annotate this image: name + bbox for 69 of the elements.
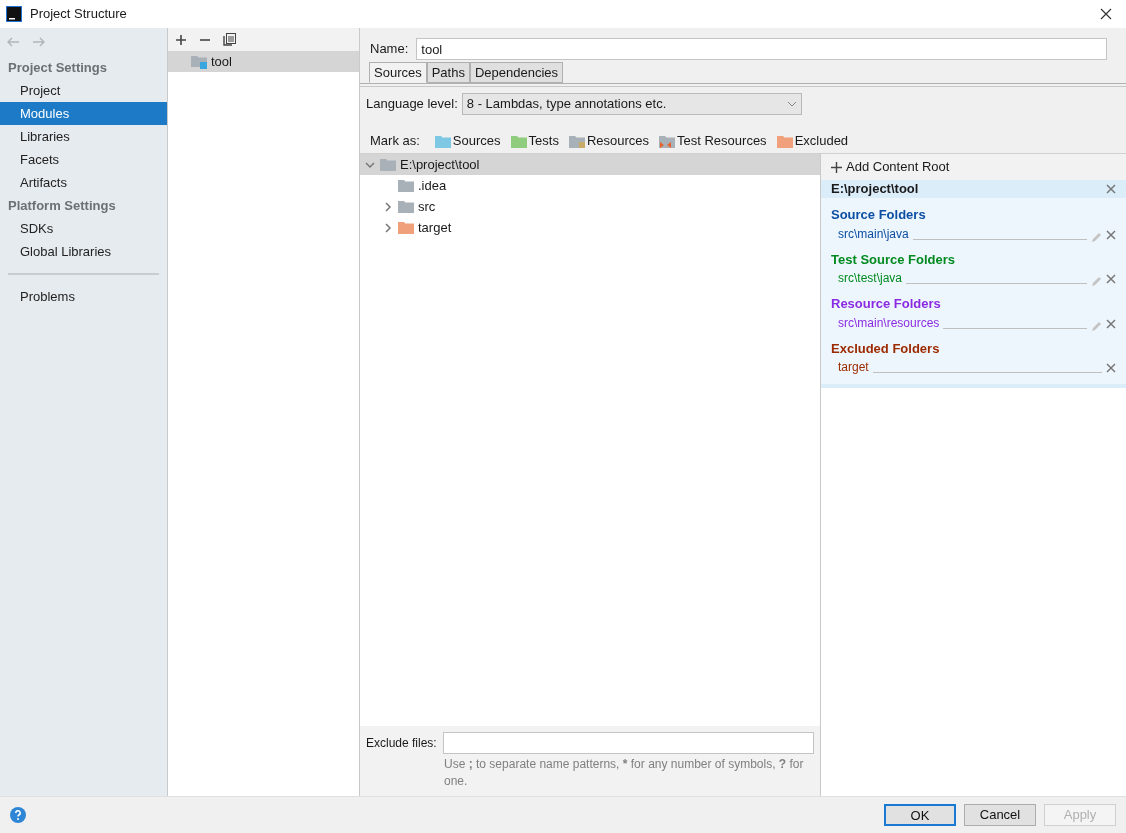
- sidebar-item[interactable]: Libraries: [0, 125, 167, 148]
- tree-label: target: [418, 218, 452, 237]
- folder-group-title: Resource Folders: [831, 295, 942, 313]
- copy-icon[interactable]: [223, 33, 236, 46]
- language-level-dropdown[interactable]: 8 - Lambdas, type annotations etc.: [461, 93, 802, 115]
- dropdown-chevron-icon: [786, 101, 797, 107]
- tab[interactable]: Sources: [369, 62, 427, 83]
- folder-path: src\main\resources: [838, 314, 940, 332]
- tab[interactable]: Dependencies: [469, 62, 564, 83]
- language-level-label: Language level:: [366, 95, 458, 114]
- collapsed-chevron-icon[interactable]: [383, 222, 393, 233]
- exclude-files-label: Exclude files:: [366, 735, 437, 752]
- sidebar-item[interactable]: Project: [0, 79, 167, 102]
- sidebar-section-title: Platform Settings: [7, 196, 117, 215]
- add-icon[interactable]: [175, 33, 187, 46]
- sidebar-item[interactable]: Problems: [0, 285, 167, 308]
- app-logo-icon: [6, 6, 22, 22]
- expanded-chevron-icon[interactable]: [365, 159, 375, 170]
- collapsed-chevron-icon[interactable]: [383, 201, 393, 212]
- name-field[interactable]: tool: [416, 38, 1107, 60]
- add-icon: [831, 161, 842, 173]
- module-folder-icon: [191, 54, 207, 69]
- exclude-files-field[interactable]: [442, 732, 814, 754]
- name-label: Name:: [370, 40, 409, 59]
- sidebar-item[interactable]: SDKs: [0, 217, 167, 240]
- sidebar-item[interactable]: Facets: [0, 148, 167, 171]
- sidebar-section-title: Project Settings: [7, 58, 108, 77]
- folder-icon: [659, 134, 676, 148]
- mark-as-button[interactable]: Sources: [434, 131, 501, 151]
- folder-group-title: Test Source Folders: [831, 250, 956, 269]
- folder-icon: [398, 200, 414, 213]
- tree-row[interactable]: E:\project\tool: [360, 154, 820, 175]
- sidebar-item[interactable]: Modules: [0, 102, 167, 125]
- folder-icon: [398, 179, 414, 192]
- folder-icon: [380, 158, 396, 171]
- dialog-button[interactable]: Cancel: [964, 804, 1036, 826]
- help-icon[interactable]: [10, 807, 26, 823]
- folder-icon: [568, 134, 585, 148]
- sidebar-item[interactable]: Global Libraries: [0, 240, 167, 263]
- mark-as-label: Mark as:: [370, 132, 420, 151]
- tree-label: .idea: [418, 176, 447, 195]
- tree-row[interactable]: target: [360, 217, 820, 238]
- folder-path: target: [838, 359, 869, 376]
- mark-as-button[interactable]: Tests: [510, 131, 559, 151]
- tab[interactable]: Paths: [426, 62, 470, 83]
- mark-as-button[interactable]: Test Resources: [659, 131, 767, 151]
- dialog-button[interactable]: OK: [884, 804, 956, 826]
- tree-label: E:\project\tool: [400, 155, 480, 174]
- folder-group-title: Excluded Folders: [831, 339, 941, 358]
- window-title: Project Structure: [30, 5, 128, 24]
- folder-path: src\test\java: [838, 270, 903, 287]
- tree-row[interactable]: .idea: [360, 175, 820, 196]
- folder-icon: [398, 221, 414, 234]
- module-item[interactable]: tool: [168, 51, 359, 72]
- folder-icon: [434, 134, 451, 148]
- folder-path: src\main\java: [838, 225, 909, 243]
- tree-row[interactable]: src: [360, 196, 820, 217]
- mark-as-button[interactable]: Excluded: [776, 131, 849, 151]
- exclude-files-hint: Use ; to separate name patterns, * for any number of symbols, ? for one.: [444, 756, 805, 790]
- sidebar-item[interactable]: Artifacts: [0, 171, 167, 194]
- folder-icon: [510, 134, 527, 148]
- content-root-path: E:\project\tool: [831, 180, 919, 199]
- mark-as-button[interactable]: Resources: [568, 131, 650, 151]
- close-icon[interactable]: [1100, 8, 1112, 20]
- tree-label: src: [418, 197, 436, 216]
- add-content-root-button[interactable]: Add Content Root: [821, 154, 1126, 180]
- module-name: tool: [211, 52, 232, 71]
- folder-icon: [776, 134, 793, 148]
- folder-group-title: Source Folders: [831, 206, 927, 224]
